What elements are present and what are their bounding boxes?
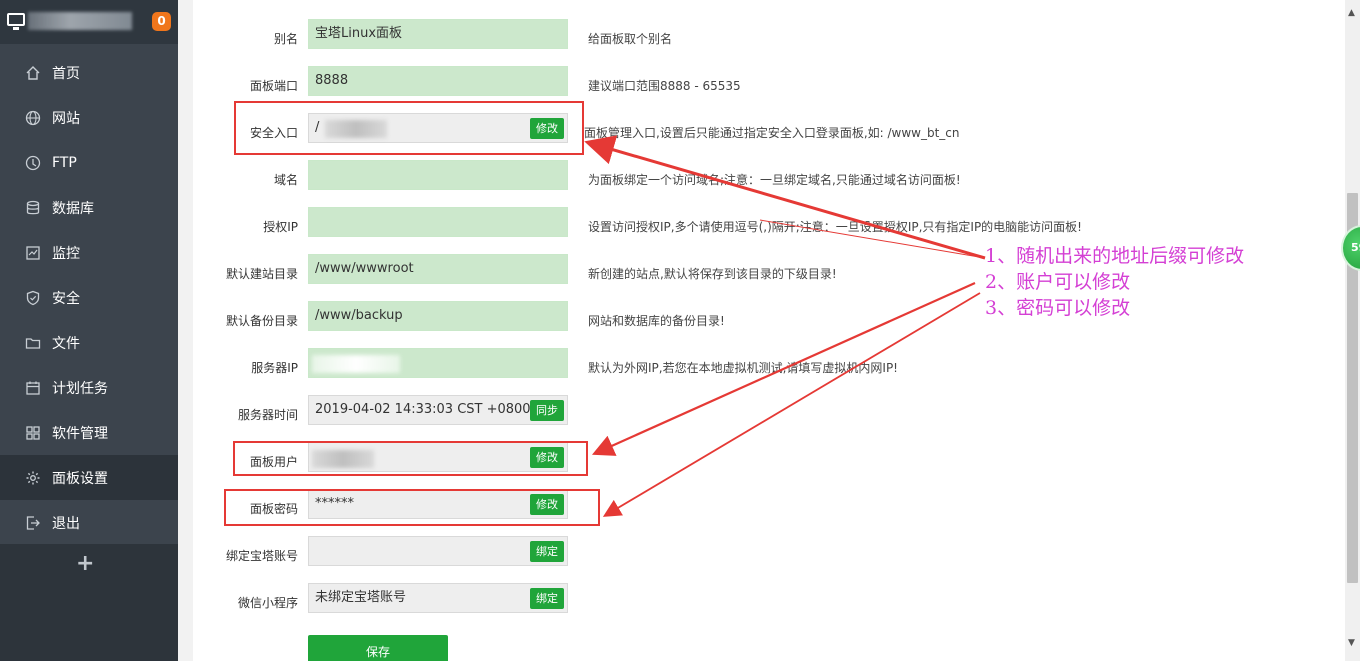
redacted-server-ip — [312, 355, 400, 373]
add-icon[interactable]: + — [76, 551, 94, 576]
logout-icon — [24, 514, 42, 532]
sidebar-item-software[interactable]: 软件管理 — [0, 410, 178, 455]
auth-ip-label: 授权IP — [263, 220, 298, 234]
server-time-input: 2019-04-02 14:33:03 CST +0800 同步 — [308, 395, 568, 425]
port-input[interactable]: 8888 — [308, 66, 568, 96]
highlight-entry — [234, 101, 584, 155]
server-time-value: 2019-04-02 14:33:03 CST +0800 — [315, 402, 531, 417]
redacted-hostname — [28, 12, 132, 30]
backup-dir-input[interactable]: /www/backup — [308, 301, 568, 331]
highlight-panel-password — [224, 489, 600, 526]
monitor-icon — [24, 244, 42, 262]
backup-dir-hint: 网站和数据库的备份目录! — [588, 314, 725, 328]
notification-badge[interactable]: 0 — [152, 12, 171, 31]
ftp-icon — [24, 154, 42, 172]
sidebar-item-monitor[interactable]: 监控 — [0, 230, 178, 275]
wechat-label: 微信小程序 — [237, 596, 298, 610]
entry-hint: 面板管理入口,设置后只能通过指定安全入口登录面板,如: /www_bt_cn — [584, 126, 960, 140]
site-dir-label: 默认建站目录 — [225, 267, 298, 281]
site-dir-hint: 新创建的站点,默认将保存到该目录的下级目录! — [588, 267, 837, 281]
sidebar: 0 首页 网站 FTP 数据库 监控 安全 文件 计划任务 软件管理 面板设置 — [0, 0, 178, 661]
gear-icon — [24, 469, 42, 487]
sidebar-item-label: FTP — [52, 154, 77, 171]
globe-icon — [24, 109, 42, 127]
sidebar-header: 0 — [0, 0, 178, 44]
sidebar-item-label: 计划任务 — [52, 380, 108, 397]
alias-input[interactable]: 宝塔Linux面板 — [308, 19, 568, 49]
port-hint: 建议端口范围8888 - 65535 — [588, 79, 741, 93]
sidebar-item-label: 软件管理 — [52, 425, 108, 442]
server-ip-label: 服务器IP — [251, 361, 298, 375]
sidebar-item-logout[interactable]: 退出 — [0, 500, 178, 545]
scroll-up-icon[interactable]: ▲ — [1348, 8, 1355, 18]
sidebar-item-website[interactable]: 网站 — [0, 95, 178, 140]
scroll-down-icon[interactable]: ▼ — [1348, 638, 1355, 648]
sidebar-item-label: 网站 — [52, 110, 80, 127]
scrollbar[interactable]: ▲ ▼ — [1345, 0, 1360, 661]
alias-label: 别名 — [273, 32, 298, 46]
shield-icon — [24, 289, 42, 307]
server-ip-hint: 默认为外网IP,若您在本地虚拟机测试,请填写虚拟机内网IP! — [588, 361, 898, 375]
auth-ip-hint: 设置访问授权IP,多个请使用逗号(,)隔开;注意：一旦设置授权IP,只有指定IP… — [588, 220, 1082, 234]
sidebar-item-label: 文件 — [52, 335, 80, 352]
sidebar-item-files[interactable]: 文件 — [0, 320, 178, 365]
domain-label: 域名 — [273, 173, 298, 187]
wechat-input: 未绑定宝塔账号 绑定 — [308, 583, 568, 613]
database-icon — [24, 199, 42, 217]
bt-account-input: 绑定 — [308, 536, 568, 566]
site-dir-input[interactable]: /www/wwwroot — [308, 254, 568, 284]
port-label: 面板端口 — [249, 79, 298, 93]
home-icon — [24, 64, 42, 82]
wechat-bind-button[interactable]: 绑定 — [530, 588, 564, 609]
monitor-icon — [7, 13, 25, 30]
alias-hint: 给面板取个别名 — [588, 32, 673, 46]
sidebar-item-label: 安全 — [52, 290, 80, 307]
sidebar-item-label: 退出 — [52, 515, 80, 532]
save-button[interactable]: 保存 — [308, 635, 448, 661]
highlight-panel-user — [233, 441, 588, 476]
backup-dir-label: 默认备份目录 — [225, 314, 298, 328]
auth-ip-input[interactable] — [308, 207, 568, 237]
sidebar-item-label: 监控 — [52, 245, 80, 262]
annotation-line-2: 2、账户可以修改 — [985, 271, 1131, 293]
server-time-label: 服务器时间 — [237, 408, 298, 422]
sidebar-item-panel-settings[interactable]: 面板设置 — [0, 455, 178, 500]
sidebar-item-database[interactable]: 数据库 — [0, 185, 178, 230]
sidebar-item-cron[interactable]: 计划任务 — [0, 365, 178, 410]
sidebar-item-ftp[interactable]: FTP — [0, 140, 178, 185]
sidebar-item-label: 数据库 — [52, 200, 94, 217]
sidebar-item-label: 首页 — [52, 65, 80, 82]
domain-hint: 为面板绑定一个访问域名;注意：一旦绑定域名,只能通过域名访问面板! — [588, 173, 961, 187]
sidebar-item-label: 面板设置 — [52, 470, 108, 487]
sync-time-button[interactable]: 同步 — [530, 400, 564, 421]
annotation-line-3: 3、密码可以修改 — [985, 297, 1131, 319]
sidebar-item-security[interactable]: 安全 — [0, 275, 178, 320]
bt-account-bind-button[interactable]: 绑定 — [530, 541, 564, 562]
apps-icon — [24, 424, 42, 442]
sidebar-item-home[interactable]: 首页 — [0, 50, 178, 95]
calendar-icon — [24, 379, 42, 397]
bt-account-label: 绑定宝塔账号 — [225, 549, 298, 563]
folder-icon — [24, 334, 42, 352]
domain-input[interactable] — [308, 160, 568, 190]
wechat-value: 未绑定宝塔账号 — [315, 590, 407, 605]
annotation-line-1: 1、随机出来的地址后缀可修改 — [985, 245, 1245, 267]
